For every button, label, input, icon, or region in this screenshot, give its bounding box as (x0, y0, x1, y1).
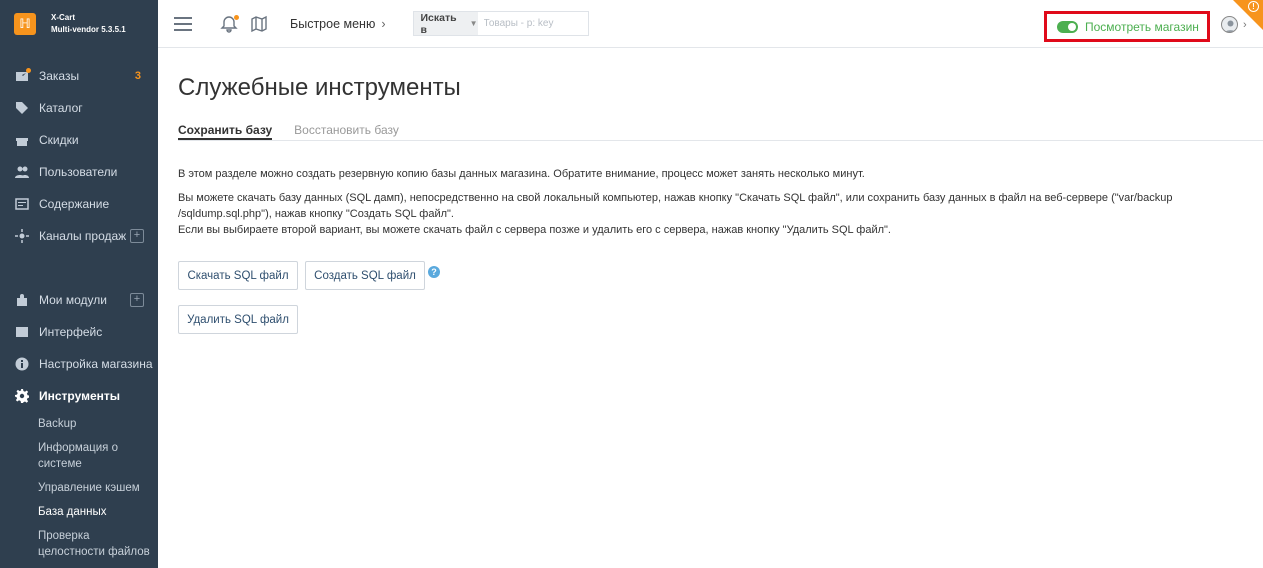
tag-icon (14, 100, 30, 116)
description-paragraph: Если вы выбираете второй вариант, вы мож… (178, 224, 891, 236)
puzzle-icon (14, 292, 30, 308)
help-icon[interactable]: ? (428, 266, 440, 278)
sidebar-item-label: Инструменты (39, 389, 121, 403)
sidebar-item-sales-channels[interactable]: Каналы продаж + (0, 220, 158, 252)
submenu-item-system-info[interactable]: Информация о системе (38, 436, 158, 476)
expand-plus-icon[interactable]: + (130, 293, 144, 307)
gear-icon (14, 388, 30, 404)
submenu-item-database[interactable]: База данных (38, 500, 158, 524)
caret-down-icon: ▼ (469, 19, 478, 28)
submenu-item-cache[interactable]: Управление кэшем (38, 476, 158, 500)
expand-plus-icon[interactable]: + (130, 229, 144, 243)
tools-submenu: Backup Информация о системе Управление к… (0, 412, 158, 564)
tabs: Сохранить базу Восстановить базу (178, 123, 1263, 141)
sidebar-item-my-modules[interactable]: Мои модули + (0, 284, 158, 316)
notification-dot (26, 68, 31, 73)
orders-count-badge: 3 (134, 70, 141, 82)
bell-icon[interactable] (220, 14, 239, 33)
main-content: Служебные инструменты Сохранить базу Вос… (158, 48, 1263, 568)
delete-sql-button[interactable]: Удалить SQL файл (178, 305, 298, 334)
sidebar-item-label: Интерфейс (39, 325, 103, 339)
quick-menu[interactable]: Быстрое меню › (290, 17, 386, 31)
sidebar-item-users[interactable]: Пользователи (0, 156, 158, 188)
search-bar: Искать в ▼ (412, 11, 589, 36)
sidebar: ℍ X-Cart Multi-vendor 5.3.5.1 Заказы 3 К… (0, 0, 158, 568)
submenu-item-backup[interactable]: Backup (38, 412, 158, 436)
sidebar-item-store-setup[interactable]: Настройка магазина (0, 348, 158, 380)
switch-knob (1068, 22, 1076, 31)
submenu-item-integrity-check[interactable]: Проверка целостности файлов (38, 524, 158, 564)
sidebar-item-label: Каналы продаж (39, 229, 127, 243)
chevron-right-icon: › (381, 16, 386, 31)
storefront-switch[interactable] (1057, 20, 1078, 33)
tab-save-database[interactable]: Сохранить базу (178, 123, 273, 140)
storefront-label: Посмотреть магазин (1085, 19, 1199, 34)
notification-dot (234, 14, 239, 20)
sidebar-item-discounts[interactable]: Скидки (0, 124, 158, 156)
image-icon (14, 324, 30, 340)
sidebar-item-label: Скидки (39, 133, 79, 147)
channels-icon (14, 228, 30, 244)
search-scope-label: Искать в (420, 11, 457, 36)
view-storefront-toggle[interactable]: Посмотреть магазин (1044, 11, 1210, 42)
search-scope-dropdown[interactable]: Искать в ▼ (413, 11, 478, 36)
alert-icon[interactable]: ! (1248, 1, 1259, 12)
sidebar-item-content[interactable]: Содержание (0, 188, 158, 220)
brand-version: Multi-vendor 5.3.5.1 (51, 25, 126, 34)
content-icon (14, 196, 30, 212)
create-sql-button[interactable]: Создать SQL файл (305, 261, 425, 290)
brand[interactable]: ℍ X-Cart Multi-vendor 5.3.5.1 (0, 0, 158, 48)
brand-name: X-Cart (51, 13, 76, 22)
menu-toggle-icon[interactable] (174, 16, 192, 31)
sidebar-item-catalog[interactable]: Каталог (0, 92, 158, 124)
quick-menu-label: Быстрое меню (290, 16, 376, 31)
store-map-icon[interactable] (250, 15, 268, 33)
users-icon (14, 164, 30, 180)
sidebar-item-label: Заказы (39, 69, 80, 83)
description: В этом разделе можно создать резервную к… (178, 166, 1253, 238)
topbar: Быстрое меню › Искать в ▼ Посмотреть магаз… (158, 0, 1263, 48)
page-title: Служебные инструменты (178, 74, 461, 101)
description-paragraph: Вы можете скачать базу данных (SQL дамп)… (178, 192, 1173, 220)
sidebar-item-orders[interactable]: Заказы 3 (0, 60, 158, 92)
sidebar-item-tools[interactable]: Инструменты (0, 380, 158, 412)
sidebar-item-label: Содержание (39, 197, 110, 211)
xcart-logo-icon: ℍ (14, 13, 36, 35)
search-input[interactable] (477, 12, 588, 35)
download-sql-button[interactable]: Скачать SQL файл (178, 261, 298, 290)
gift-icon (14, 132, 30, 148)
tab-restore-database[interactable]: Восстановить базу (294, 123, 399, 140)
sidebar-nav: Заказы 3 Каталог Скидки Пользователи Сод… (0, 60, 158, 564)
sidebar-item-label: Каталог (39, 101, 83, 115)
description-paragraph: В этом разделе можно создать резервную к… (178, 168, 865, 180)
info-icon (14, 356, 30, 372)
sidebar-item-label: Мои модули (39, 293, 107, 307)
brand-text: X-Cart Multi-vendor 5.3.5.1 (51, 12, 126, 36)
sidebar-item-label: Настройка магазина (39, 357, 153, 371)
sidebar-item-label: Пользователи (39, 165, 118, 179)
sidebar-item-interface[interactable]: Интерфейс (0, 316, 158, 348)
